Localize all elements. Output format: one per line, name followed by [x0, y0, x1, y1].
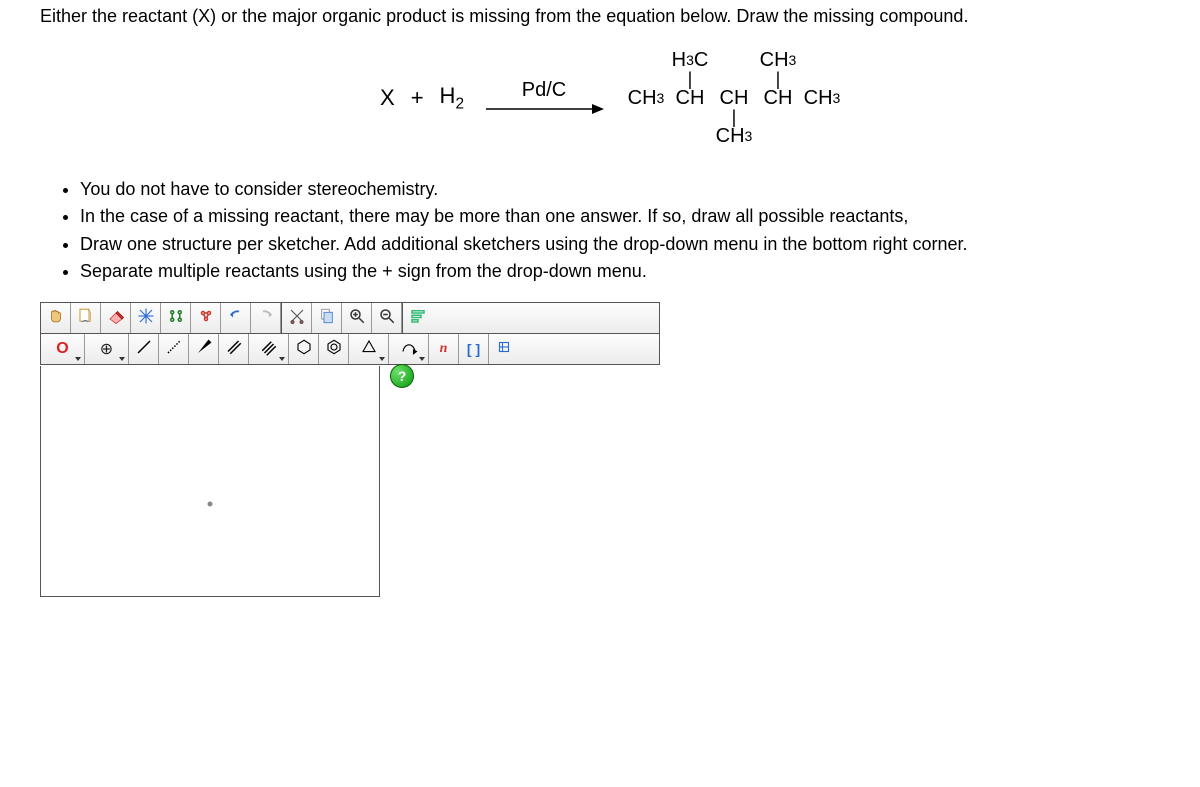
- undo-icon: [227, 307, 245, 328]
- zoom-out-button[interactable]: [372, 303, 402, 333]
- hand-tool-button[interactable]: [41, 303, 71, 333]
- single-bond-icon: [135, 338, 153, 359]
- snowflake-icon: [137, 307, 155, 328]
- structure-sketcher: O ⊕: [40, 302, 660, 597]
- redo-icon: [257, 307, 275, 328]
- cyclohexane-button[interactable]: [289, 334, 319, 364]
- question-prompt: Either the reactant (X) or the major org…: [40, 4, 1184, 29]
- eraser-icon: [107, 307, 125, 328]
- cycloprop-icon: [360, 338, 378, 359]
- instruction-item: You do not have to consider stereochemis…: [80, 177, 1184, 202]
- hand-icon: [47, 307, 65, 328]
- benzene-button[interactable]: [319, 334, 349, 364]
- copy-button[interactable]: [312, 303, 342, 333]
- recessed-bond-button[interactable]: [159, 334, 189, 364]
- center-icon: [197, 307, 215, 328]
- curved-arrow-icon: [400, 338, 418, 359]
- instruction-item: Draw one structure per sketcher. Add add…: [80, 232, 1184, 257]
- instruction-item: Separate multiple reactants using the + …: [80, 259, 1184, 284]
- charge-plus-icon: ⊕: [100, 339, 113, 359]
- reaction-equation: X + H2 Pd/C H3C | CH3: [40, 49, 1184, 147]
- open-button[interactable]: [71, 303, 101, 333]
- redo-button[interactable]: [251, 303, 281, 333]
- canvas-center-dot: [208, 501, 213, 506]
- plus-sign: +: [411, 85, 424, 111]
- reaction-arrow-dropdown[interactable]: [389, 334, 429, 364]
- benzene-icon: [325, 338, 343, 359]
- wedge-bond-button[interactable]: [189, 334, 219, 364]
- help-icon: ?: [398, 368, 407, 384]
- arrow-condition-label: Pd/C: [522, 79, 566, 102]
- copy-icon: [318, 307, 336, 328]
- triple-bond-dropdown[interactable]: [249, 334, 289, 364]
- single-bond-button[interactable]: [129, 334, 159, 364]
- center-button[interactable]: [191, 303, 221, 333]
- settings-icon: [409, 307, 427, 328]
- optimize-button[interactable]: [161, 303, 191, 333]
- zoom-out-icon: [378, 307, 396, 328]
- double-bond-button[interactable]: [219, 334, 249, 364]
- open-icon: [77, 307, 95, 328]
- cut-icon: [288, 307, 306, 328]
- charge-dropdown[interactable]: ⊕: [85, 334, 129, 364]
- drawing-canvas[interactable]: [40, 366, 380, 597]
- label-n-button[interactable]: n: [429, 334, 459, 364]
- reactant-x: X: [380, 85, 395, 111]
- optimize-icon: [167, 307, 185, 328]
- bracket-button[interactable]: [ ]: [459, 334, 489, 364]
- double-bond-icon: [225, 338, 243, 359]
- bracket-icon: [ ]: [467, 341, 480, 357]
- recessed-bond-icon: [165, 338, 183, 359]
- help-button[interactable]: ?: [390, 364, 414, 388]
- undo-button[interactable]: [221, 303, 251, 333]
- zoom-in-icon: [348, 307, 366, 328]
- label-n-icon: n: [440, 341, 448, 357]
- wedge-bond-icon: [195, 338, 213, 359]
- clean-button[interactable]: [131, 303, 161, 333]
- instruction-list: You do not have to consider stereochemis…: [40, 177, 1184, 284]
- ring-dropdown[interactable]: [349, 334, 389, 364]
- toolbar-row-1: [41, 303, 659, 334]
- h2-reactant: H2: [440, 83, 464, 113]
- erase-button[interactable]: [101, 303, 131, 333]
- atom-label: O: [56, 340, 68, 358]
- instruction-item: In the case of a missing reactant, there…: [80, 204, 1184, 229]
- toolbar-row-2: O ⊕: [41, 334, 659, 365]
- zoom-in-button[interactable]: [342, 303, 372, 333]
- cut-button[interactable]: [282, 303, 312, 333]
- reaction-arrow: Pd/C: [484, 79, 604, 118]
- triple-bond-icon: [260, 338, 278, 359]
- settings-button[interactable]: [403, 303, 433, 333]
- misc-icon: [495, 338, 513, 359]
- product-structure: H3C | CH3 | CH3 CH CH CH CH3: [624, 49, 844, 147]
- misc-button[interactable]: [489, 334, 519, 364]
- cyclohexane-icon: [295, 338, 313, 359]
- atom-dropdown[interactable]: O: [41, 334, 85, 364]
